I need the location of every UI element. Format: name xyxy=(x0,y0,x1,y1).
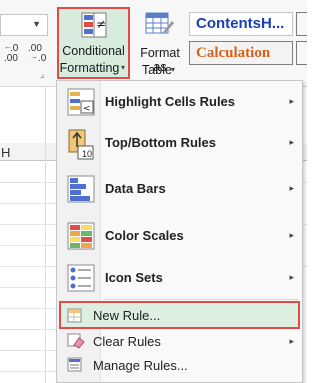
highlight-cells-icon: < xyxy=(67,88,95,116)
conditional-formatting-menu: < Highlight Cells Rules ▸ 10 Top/Bottom … xyxy=(56,80,303,383)
gridline xyxy=(303,182,307,183)
svg-text:<: < xyxy=(83,104,91,114)
gridline xyxy=(0,245,56,246)
gridline xyxy=(0,203,56,204)
icon-sets-icon xyxy=(67,264,95,292)
cell-style-next-2[interactable] xyxy=(296,41,307,65)
menu-item-data-bars[interactable]: Data Bars ▸ xyxy=(57,170,302,208)
gridline xyxy=(303,224,307,225)
gridline xyxy=(0,287,56,288)
svg-text:≠: ≠ xyxy=(96,17,106,31)
chevron-down-icon: ▼ xyxy=(32,19,41,29)
submenu-arrow-icon: ▸ xyxy=(289,336,294,346)
dialog-launcher-icon[interactable]: ⌟ xyxy=(40,69,44,80)
cell-style-next[interactable] xyxy=(296,12,307,36)
conditional-formatting-icon: ≠ xyxy=(81,12,107,38)
submenu-arrow-icon: ▸ xyxy=(289,137,294,147)
cell-style-contents-heading[interactable]: ContentsH... xyxy=(189,12,293,36)
manage-rules-icon xyxy=(67,357,82,372)
menu-item-color-scales[interactable]: Color Scales ▸ xyxy=(57,217,302,255)
color-scales-icon xyxy=(67,222,95,250)
menu-item-icon-sets[interactable]: Icon Sets ▸ xyxy=(57,259,302,297)
new-rule-icon xyxy=(67,308,82,323)
format-as-table-button[interactable]: Format as Table ▾ xyxy=(132,10,188,80)
format-as-table-icon xyxy=(145,12,174,34)
menu-item-new-rule[interactable]: New Rule... xyxy=(59,301,300,329)
gridline xyxy=(0,266,56,267)
gridline xyxy=(303,266,307,267)
gridline xyxy=(0,371,56,372)
gridline xyxy=(0,224,56,225)
menu-item-top-bottom-rules[interactable]: 10 Top/Bottom Rules ▸ xyxy=(57,125,302,163)
number-format-dropdown[interactable]: ▼ xyxy=(0,14,48,36)
gridline xyxy=(45,87,46,383)
chevron-down-icon: ▾ xyxy=(121,63,126,72)
submenu-arrow-icon: ▸ xyxy=(289,272,294,282)
menu-item-clear-rules[interactable]: Clear Rules ▸ xyxy=(57,330,302,352)
gridline xyxy=(0,308,56,309)
submenu-arrow-icon: ▸ xyxy=(289,183,294,193)
cell-style-calculation[interactable]: Calculation xyxy=(189,41,293,65)
gridline xyxy=(0,329,56,330)
gridline xyxy=(0,182,56,183)
menu-item-highlight-cells-rules[interactable]: < Highlight Cells Rules ▸ xyxy=(57,83,302,121)
menu-item-manage-rules[interactable]: Manage Rules... xyxy=(57,353,302,377)
chevron-down-icon: ▾ xyxy=(171,65,176,74)
submenu-arrow-icon: ▸ xyxy=(289,96,294,106)
submenu-arrow-icon: ▸ xyxy=(289,230,294,240)
menu-separator xyxy=(103,299,298,300)
conditional-formatting-button[interactable]: ≠ Conditional Formatting ▾ xyxy=(57,7,130,79)
gridline xyxy=(0,350,56,351)
column-header-h[interactable]: H xyxy=(1,145,10,160)
clear-rules-icon xyxy=(67,333,85,349)
data-bars-icon xyxy=(67,175,95,203)
